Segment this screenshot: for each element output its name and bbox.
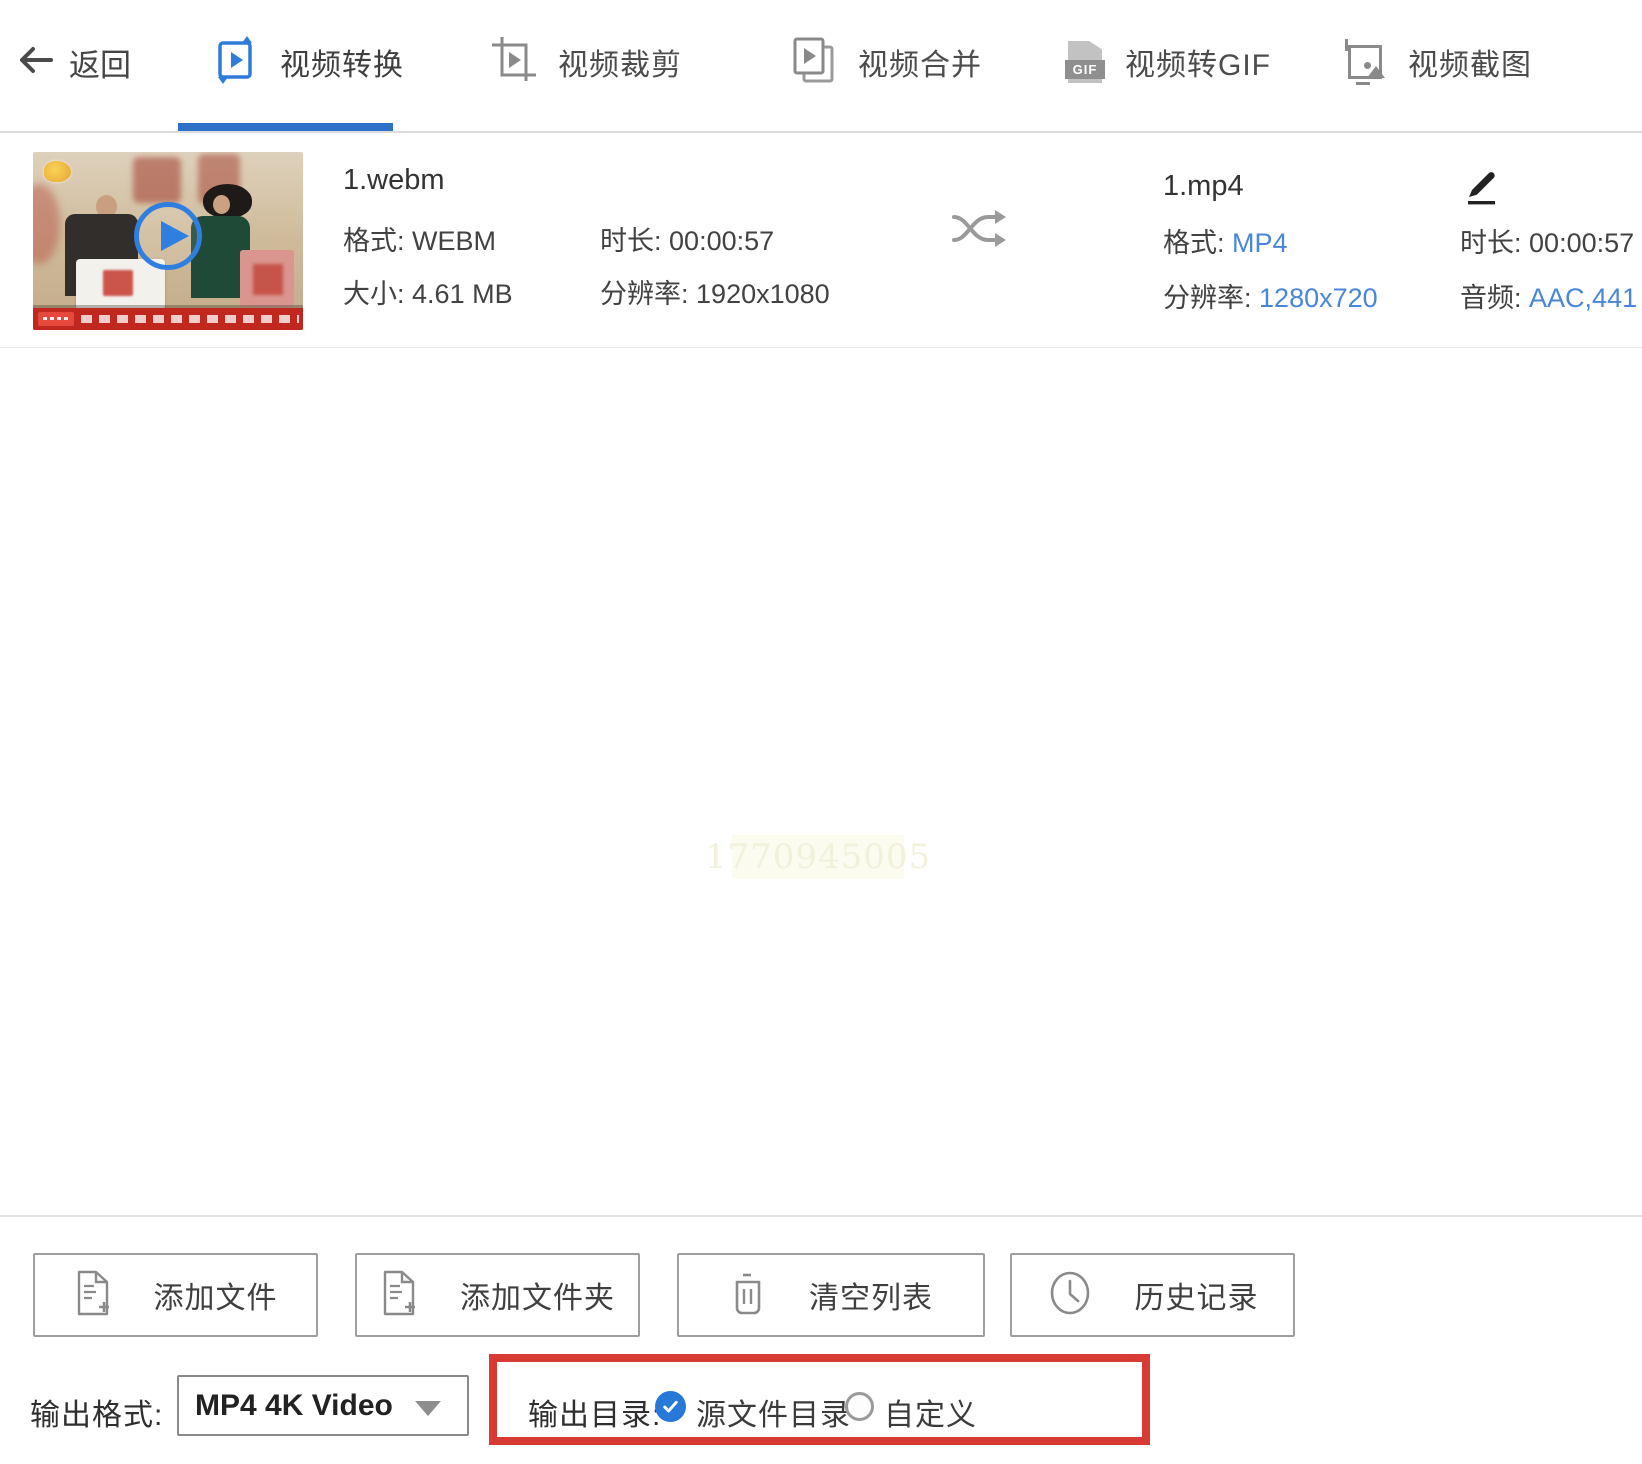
play-button-overlay[interactable] — [134, 201, 202, 270]
radio-custom-directory[interactable] — [845, 1392, 874, 1421]
source-duration: 时长: 00:00:57 — [600, 226, 775, 256]
clear-list-button[interactable]: 清空列表 — [677, 1253, 985, 1337]
output-dir-label: 输出目录: — [528, 1399, 662, 1432]
tab-label-video-merge: 视频合并 — [858, 49, 982, 82]
play-icon — [161, 220, 189, 251]
thumb-giftbox — [239, 249, 294, 307]
shuffle-icon[interactable] — [948, 204, 1008, 259]
source-filename: 1.webm — [343, 164, 445, 196]
thumb-decor — [33, 184, 60, 265]
video-to-gif-icon: GIF — [1065, 39, 1105, 85]
video-convert-icon — [212, 35, 260, 90]
history-label: 历史记录 — [1134, 1282, 1259, 1315]
top-navigation-bar: 返回 视频转换 视频裁剪 视频合并 GIF 视频转GIF 视频截图 — [0, 0, 1642, 132]
add-file-icon — [74, 1269, 112, 1322]
thumb-anchor-right — [212, 194, 230, 214]
video-thumbnail[interactable] — [33, 152, 303, 330]
target-resolution: 分辨率: 1280x720 — [1163, 283, 1378, 313]
source-size: 大小: 4.61 MB — [343, 279, 513, 309]
tab-label-video-screenshot: 视频截图 — [1408, 49, 1532, 82]
add-file-button[interactable]: 添加文件 — [33, 1253, 318, 1337]
back-arrow-icon — [15, 43, 55, 82]
video-converter-app: { "nav": { "back_label": "返回", "tabs": [… — [0, 0, 1642, 1464]
radio-custom-directory-label[interactable]: 自定义 — [884, 1390, 977, 1434]
video-trim-icon — [490, 35, 538, 90]
edit-output-icon[interactable] — [1462, 162, 1500, 211]
tab-label-video-to-gif: 视频转GIF — [1125, 49, 1271, 82]
tab-video-merge[interactable]: 视频合并 — [790, 0, 982, 124]
video-screenshot-icon — [1342, 39, 1388, 85]
add-folder-label: 添加文件夹 — [460, 1282, 615, 1315]
target-format: 格式: MP4 — [1163, 228, 1288, 258]
clear-list-label: 清空列表 — [809, 1282, 933, 1315]
output-format-value: MP4 4K Video — [195, 1388, 393, 1422]
tab-video-convert[interactable]: 视频转换 — [212, 0, 404, 124]
target-audio: 音频: AAC,441 — [1460, 283, 1638, 313]
watermark-text: 1770945005 — [704, 835, 932, 879]
tab-label-video-trim: 视频裁剪 — [558, 49, 682, 82]
output-format-label: 输出格式: — [30, 1399, 164, 1432]
history-button[interactable]: 历史记录 — [1010, 1253, 1295, 1337]
tab-video-to-gif[interactable]: GIF 视频转GIF — [1065, 0, 1271, 124]
video-merge-icon — [790, 35, 838, 90]
file-list-empty-area — [0, 348, 1642, 1215]
trash-icon — [729, 1270, 767, 1321]
source-resolution: 分辨率: 1920x1080 — [600, 279, 830, 309]
output-format-select[interactable]: MP4 4K Video — [177, 1375, 469, 1436]
target-filename: 1.mp4 — [1163, 170, 1244, 202]
back-label: 返回 — [69, 47, 131, 83]
add-folder-button[interactable]: 添加文件夹 — [355, 1253, 640, 1337]
bottom-panel-divider — [0, 1215, 1642, 1217]
tab-label-video-convert: 视频转换 — [280, 49, 404, 82]
add-file-label: 添加文件 — [153, 1282, 278, 1315]
chevron-down-icon — [415, 1401, 441, 1416]
channel-logo — [44, 161, 71, 182]
tab-video-trim[interactable]: 视频裁剪 — [490, 0, 682, 124]
radio-source-directory[interactable] — [655, 1391, 686, 1422]
thumb-decor — [132, 157, 181, 204]
tab-video-screenshot[interactable]: 视频截图 — [1342, 0, 1532, 124]
thumb-news-ticker — [33, 308, 303, 330]
back-button[interactable]: 返回 — [15, 0, 131, 124]
target-duration: 时长: 00:00:57 — [1460, 228, 1635, 258]
check-icon — [663, 1400, 678, 1413]
radio-source-directory-label[interactable]: 源文件目录 — [696, 1390, 851, 1434]
add-folder-icon — [380, 1269, 418, 1322]
clock-icon — [1047, 1270, 1093, 1321]
thumb-laptop — [76, 258, 166, 311]
source-format: 格式: WEBM — [343, 226, 497, 256]
